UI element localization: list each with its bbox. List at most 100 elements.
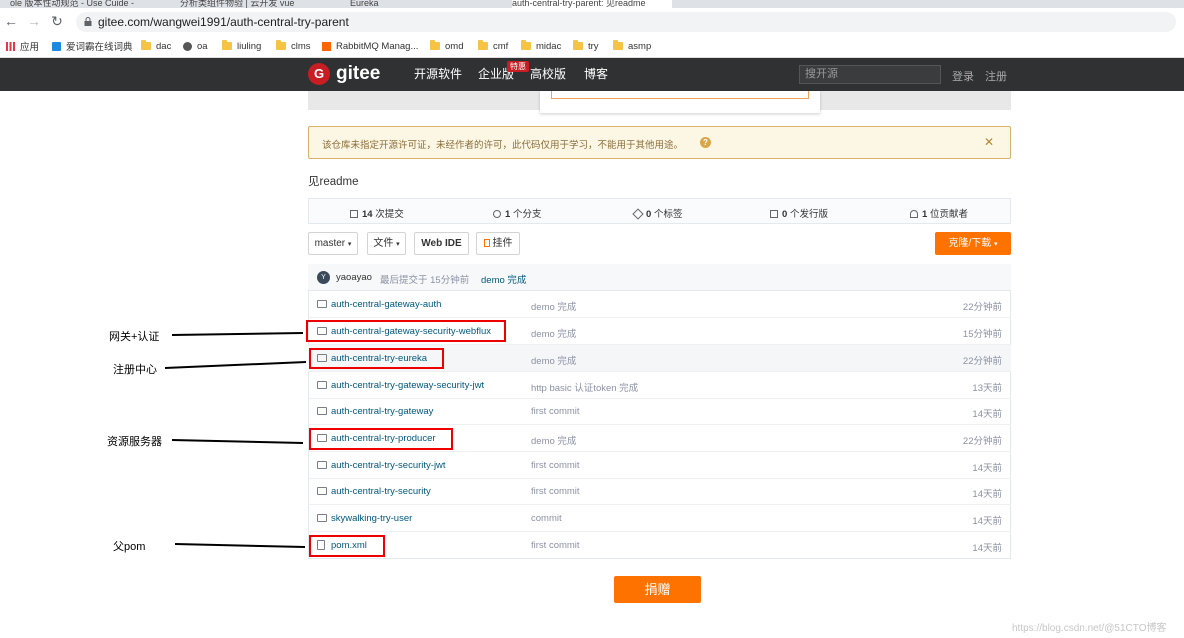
folder-icon [317,381,327,389]
stat-tags[interactable]: 0 个标签 [632,206,682,220]
browser-tab-active[interactable]: auth-central-try-parent: 见readme [512,0,672,8]
table-row[interactable] [308,532,1011,559]
file-time: 22分钟前 [962,436,1002,447]
globe-icon [183,41,192,51]
commit-message[interactable]: demo 完成 [481,272,526,286]
file-time: 14天前 [972,543,1002,554]
contributor-icon [910,210,918,218]
close-icon[interactable]: ✕ [984,135,994,149]
tag-icon [632,208,644,220]
gitee-logo-icon[interactable]: G [308,63,330,85]
file-name-link[interactable]: auth-central-try-security [331,486,431,497]
file-time: 22分钟前 [962,302,1002,313]
help-icon[interactable]: ? [700,137,711,148]
gitee-logo-text[interactable]: gitee [336,63,380,85]
forward-icon[interactable]: → [27,14,41,28]
folder-icon [141,40,151,50]
search-input[interactable]: 搜开源 [799,65,941,84]
annotation-box-producer [309,428,453,450]
commit-author[interactable]: yaoayao [336,272,372,283]
register-link[interactable]: 注册 [985,68,1007,84]
dictionary-icon [52,41,61,51]
folder-icon [613,40,623,50]
avatar[interactable]: Y [317,271,330,284]
stat-commits[interactable]: 14 次提交 [350,206,404,220]
login-link[interactable]: 登录 [952,68,974,84]
bookmark-iciba[interactable]: 爱词霸在线词典 [52,39,133,53]
clone-download-button[interactable]: 克隆/下载 ▾ [935,232,1011,255]
bookmark-midac[interactable]: midac [521,39,561,53]
branch-select[interactable]: master ▾ [308,232,358,255]
banner-input-outline [551,91,809,99]
nav-education[interactable]: 高校版 [530,67,566,81]
bookmark-apps[interactable]: 应用 [6,39,39,53]
stat-releases[interactable]: 0 个发行版 [770,206,828,220]
commit-time: 最后提交于 15分钟前 [380,275,470,286]
file-name-link[interactable]: auth-central-try-security-jwt [331,460,446,471]
bookmark-dac[interactable]: dac [141,39,171,53]
stat-contributors[interactable]: 1 位贡献者 [910,206,968,220]
file-time: 14天前 [972,409,1002,420]
file-name-link[interactable]: skywalking-try-user [331,513,412,524]
annotation-label-resource: 资源服务器 [107,436,162,448]
folder-icon [317,487,327,495]
bookmark-liuling[interactable]: liuling [222,39,261,53]
lock-icon [84,17,92,26]
file-name-link[interactable]: auth-central-gateway-auth [331,299,441,310]
annotation-box-gateway [306,320,506,342]
bookmark-omd[interactable]: omd [430,39,463,53]
donate-button[interactable]: 捐赠 [614,576,701,603]
table-row[interactable] [308,505,1011,532]
file-commit-message[interactable]: first commit [531,540,580,551]
nav-blog[interactable]: 博客 [584,67,608,81]
folder-icon [317,300,327,308]
file-commit-message[interactable]: demo 完成 [531,353,576,367]
bookmark-rabbitmq[interactable]: RabbitMQ Manag... [322,39,418,53]
folder-icon [317,407,327,415]
browser-tab[interactable]: Eureka [350,0,500,8]
bookmark-try[interactable]: try [573,39,599,53]
file-commit-message[interactable]: demo 完成 [531,433,576,447]
web-ide-button[interactable]: Web IDE [414,232,469,255]
annotation-box-eureka [309,348,444,369]
stat-branches[interactable]: 1 个分支 [493,206,541,220]
file-commit-message[interactable]: first commit [531,406,580,417]
bookmark-asmp[interactable]: asmp [613,39,651,53]
pendant-button[interactable]: 挂件 [476,232,520,255]
back-icon[interactable]: ← [4,14,18,28]
file-commit-message[interactable]: first commit [531,460,580,471]
watermark: https://blog.csdn.net/@51CTO博客 [1012,623,1167,634]
folder-icon [521,40,531,50]
file-commit-message[interactable]: first commit [531,486,580,497]
bookmark-oa[interactable]: oa [183,39,208,53]
file-time: 14天前 [972,516,1002,527]
file-time: 13天前 [972,383,1002,394]
license-notice-text: 该仓库未指定开源许可证，未经作者的许可，此代码仅用于学习，不能用于其他用途。 [322,140,684,151]
file-commit-message[interactable]: demo 完成 [531,326,576,340]
file-time: 22分钟前 [962,356,1002,367]
folder-icon [276,40,286,50]
annotation-label-registry: 注册中心 [113,364,157,376]
annotation-label-gateway: 网关+认证 [109,331,160,343]
url-text[interactable]: gitee.com/wangwei1991/auth-central-try-p… [98,15,349,29]
file-name-link[interactable]: auth-central-try-gateway [331,406,433,417]
file-name-link[interactable]: auth-central-try-gateway-security-jwt [331,380,484,391]
repo-description: 见readme [308,176,359,188]
folder-icon [573,40,583,50]
release-icon [770,210,778,218]
promo-badge: 特惠 [507,61,529,72]
apps-grid-icon [6,41,15,51]
files-dropdown[interactable]: 文件 ▾ [367,232,406,255]
bookmark-clms[interactable]: clms [276,39,311,53]
caret-down-icon: ▾ [347,241,352,248]
folder-icon [317,461,327,469]
nav-open-source[interactable]: 开源软件 [414,67,462,81]
file-commit-message[interactable]: demo 完成 [531,299,576,313]
file-commit-message[interactable]: http basic 认证token 完成 [531,380,638,394]
reload-icon[interactable]: ↻ [50,14,64,28]
file-commit-message[interactable]: commit [531,513,562,524]
bookmark-cmf[interactable]: cmf [478,39,508,53]
file-time: 15分钟前 [962,329,1002,340]
browser-tab[interactable]: ole 版本性动规范 - Use Cuide - [10,0,165,8]
browser-tab[interactable]: 分析类组件物验 | 云开发 vue [180,0,330,8]
